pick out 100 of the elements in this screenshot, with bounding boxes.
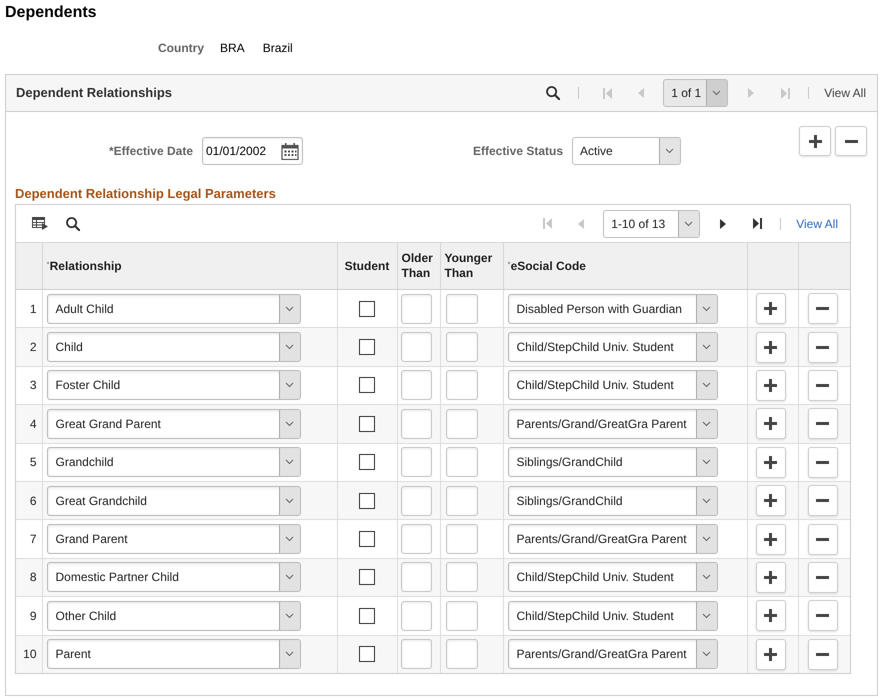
country-description: Brazil (262, 41, 293, 56)
add-row-button[interactable] (756, 562, 786, 593)
younger-than-field[interactable] (446, 447, 478, 478)
caret-icon (278, 333, 300, 362)
delete-row-button[interactable] (808, 293, 838, 324)
esocial-code-select[interactable]: Child/StepChild Univ. Student (508, 600, 718, 631)
effective-date-label: *Effective Date (108, 143, 193, 160)
delete-row-button[interactable] (808, 332, 838, 363)
younger-than-field[interactable] (446, 639, 478, 670)
plus-icon (764, 570, 777, 584)
esocial-code-select[interactable]: Parents/Grand/GreatGra Parent (508, 524, 718, 554)
caret-icon (696, 525, 716, 554)
older-than-field[interactable] (400, 562, 432, 592)
older-than-field[interactable] (400, 524, 432, 554)
caret-icon (278, 602, 300, 630)
esocial-code-select[interactable]: Parents/Grand/GreatGra Parent (508, 639, 718, 670)
add-row-button[interactable] (756, 370, 786, 401)
esocial-code-select[interactable]: Siblings/GrandChild (508, 447, 718, 478)
relationship-select[interactable]: Adult Child (46, 294, 300, 324)
older-than-field[interactable] (400, 370, 432, 400)
esocial-code-select[interactable]: Siblings/GrandChild (508, 486, 718, 516)
younger-than-field[interactable] (446, 294, 478, 324)
minus-icon (816, 652, 829, 656)
plus-icon (764, 302, 777, 316)
relationship-select[interactable]: Domestic Partner Child (46, 562, 300, 592)
delete-row-button[interactable] (808, 485, 838, 516)
relationship-select[interactable]: Foster Child (46, 370, 300, 400)
caret-icon (696, 602, 716, 630)
effective-status-select[interactable]: Active (572, 137, 681, 165)
add-row-button[interactable] (756, 293, 786, 324)
esocial-code-select[interactable]: Child/StepChild Univ. Student (508, 562, 718, 592)
student-checkbox[interactable] (359, 339, 375, 356)
delete-row-button[interactable] (808, 600, 838, 632)
relationship-select[interactable]: Child (46, 332, 300, 362)
older-than-field[interactable] (400, 486, 432, 516)
esocial-code-select[interactable]: Disabled Person with Guardian (508, 294, 718, 324)
esocial-code-select[interactable]: Parents/Grand/GreatGra Parent (508, 408, 718, 439)
calendar-icon[interactable] (281, 142, 299, 160)
older-than-field[interactable] (400, 332, 432, 362)
older-than-field[interactable] (400, 294, 432, 324)
add-row-button[interactable] (756, 408, 786, 440)
relationship-select[interactable]: Grand Parent (46, 524, 300, 554)
add-row-button[interactable] (756, 485, 786, 516)
older-than-field[interactable] (400, 600, 432, 631)
add-row-button[interactable] (799, 126, 831, 156)
delete-row-button[interactable] (808, 524, 838, 555)
delete-row-button[interactable] (808, 446, 838, 478)
relationship-select[interactable]: Great Grand Parent (46, 408, 300, 439)
add-row-button[interactable] (756, 332, 786, 363)
add-row-button[interactable] (756, 600, 786, 632)
student-checkbox[interactable] (359, 416, 375, 432)
student-checkbox[interactable] (359, 454, 375, 470)
esocial-code-select[interactable]: Child/StepChild Univ. Student (508, 332, 718, 362)
relationship-select[interactable]: Great Grandchild (46, 486, 300, 516)
plus-icon (808, 134, 822, 148)
caret-icon (278, 640, 300, 668)
esocial-code-select[interactable]: Child/StepChild Univ. Student (508, 370, 718, 400)
plus-icon (764, 648, 777, 661)
plus-icon (764, 417, 777, 430)
delete-row-button[interactable] (808, 408, 838, 440)
section-title: Dependent Relationship Legal Parameters (15, 186, 277, 202)
student-checkbox[interactable] (359, 608, 375, 624)
younger-than-field[interactable] (446, 332, 478, 362)
view-all-link[interactable]: View All (796, 214, 838, 232)
delete-row-button[interactable] (808, 638, 838, 670)
relationship-select[interactable]: Parent (46, 639, 300, 670)
younger-than-field[interactable] (446, 408, 478, 439)
older-than-field[interactable] (400, 639, 432, 670)
plus-icon (764, 340, 777, 354)
older-than-field[interactable] (400, 408, 432, 439)
younger-than-field[interactable] (446, 600, 478, 631)
younger-than-field[interactable] (446, 562, 478, 592)
older-than-field[interactable] (400, 447, 432, 478)
caret-icon (696, 410, 716, 438)
minus-icon (816, 499, 829, 502)
younger-than-field[interactable] (446, 486, 478, 516)
delete-row-button[interactable] (808, 370, 838, 401)
caret-icon (278, 410, 300, 438)
add-row-button[interactable] (756, 446, 786, 478)
student-checkbox[interactable] (359, 377, 375, 394)
caret-icon (696, 563, 716, 592)
search-icon (66, 216, 80, 230)
country-code: BRA (220, 41, 245, 56)
delete-row-button[interactable] (835, 126, 867, 156)
caret-icon (278, 371, 300, 400)
student-checkbox[interactable] (359, 569, 375, 586)
add-row-button[interactable] (756, 638, 786, 670)
add-row-button[interactable] (756, 524, 786, 555)
relationship-select[interactable]: Other Child (46, 600, 300, 631)
previous-page-icon (638, 88, 644, 98)
younger-than-field[interactable] (446, 524, 478, 554)
student-checkbox[interactable] (359, 300, 375, 317)
delete-row-button[interactable] (808, 562, 838, 593)
date-field[interactable]: 01/01/2002 (202, 137, 303, 165)
younger-than-field[interactable] (446, 370, 478, 400)
student-checkbox[interactable] (359, 646, 375, 662)
page-range-select[interactable]: 1-10 of 13 (603, 210, 700, 238)
student-checkbox[interactable] (359, 492, 375, 509)
relationship-select[interactable]: Grandchild (46, 447, 300, 478)
student-checkbox[interactable] (359, 531, 375, 548)
